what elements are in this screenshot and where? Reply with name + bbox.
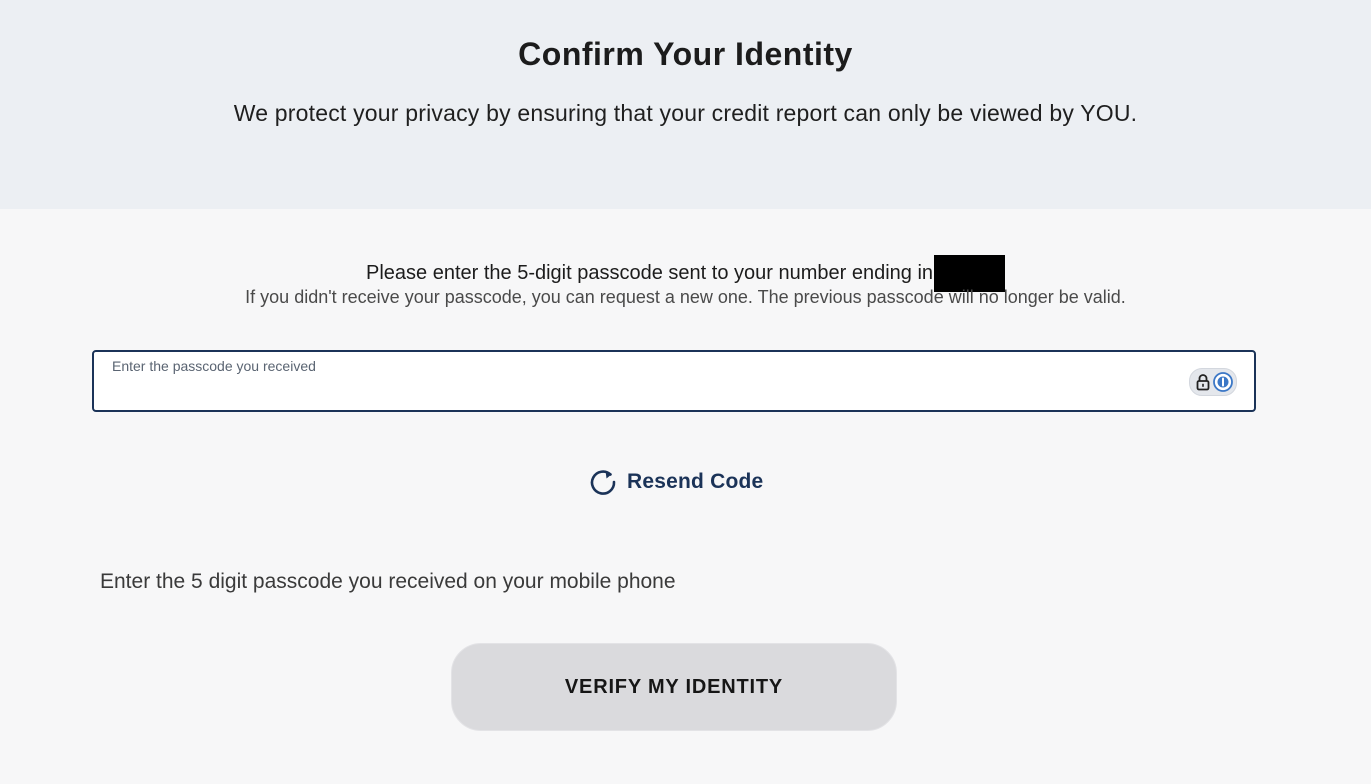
resend-code-button[interactable]: Resend Code bbox=[588, 466, 763, 498]
passcode-input[interactable] bbox=[112, 380, 1176, 406]
passcode-field[interactable]: Enter the passcode you received bbox=[92, 350, 1256, 412]
passcode-prompt: Please enter the 5-digit passcode sent t… bbox=[365, 262, 934, 284]
page-subtitle: We protect your privacy by ensuring that… bbox=[233, 100, 1138, 126]
refresh-icon bbox=[590, 470, 616, 495]
header-banner: Confirm Your Identity We protect your pr… bbox=[0, 0, 1371, 209]
verify-identity-button[interactable]: VERIFY MY IDENTITY bbox=[451, 643, 897, 731]
password-manager-widget[interactable] bbox=[1189, 368, 1237, 396]
resend-code-label: Resend Code bbox=[627, 470, 764, 493]
passcode-field-label: Enter the passcode you received bbox=[112, 358, 316, 374]
main-content: Please enter the 5-digit passcode sent t… bbox=[0, 209, 1371, 784]
resend-note: If you didn't receive your passcode, you… bbox=[245, 287, 1126, 307]
password-manager-key-icon[interactable] bbox=[1213, 372, 1233, 392]
passcode-helper-text: Enter the 5 digit passcode you received … bbox=[100, 570, 676, 593]
lock-icon bbox=[1196, 374, 1210, 391]
page-title: Confirm Your Identity bbox=[518, 36, 853, 72]
